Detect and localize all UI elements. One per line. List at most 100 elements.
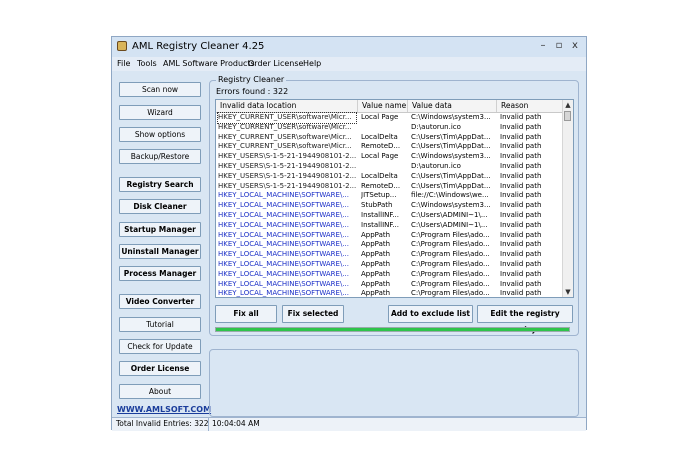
column-header-location[interactable]: Invalid data location — [216, 100, 358, 112]
cell-value-data: C:\Program Files\ado... — [411, 269, 490, 278]
table-row[interactable]: HKEY_LOCAL_MACHINE\SOFTWARE\... AppPath C:… — [216, 250, 564, 260]
cell-value-data: C:\Users\Tim\AppDat... — [411, 171, 491, 180]
table-row[interactable]: HKEY_USERS\S-1-5-21-1944908101-2... Local… — [216, 172, 564, 182]
menu-file[interactable]: File — [117, 59, 130, 68]
status-time: 10:04:04 AM — [212, 419, 260, 428]
cell-reason: Invalid path — [500, 122, 542, 131]
cell-value-name: InstallINF... — [361, 220, 399, 229]
backup-restore-button[interactable]: Backup/Restore — [119, 149, 201, 164]
window-title: AML Registry Cleaner 4.25 — [132, 41, 265, 52]
menu-help[interactable]: Help — [303, 59, 321, 68]
close-button[interactable]: x — [568, 39, 582, 53]
cell-location: HKEY_LOCAL_MACHINE\SOFTWARE\... — [218, 250, 350, 259]
table-row[interactable]: HKEY_LOCAL_MACHINE\SOFTWARE\... AppPath C:… — [216, 231, 564, 241]
table-row[interactable]: HKEY_CURRENT_USER\software\Micr... Remote… — [216, 142, 564, 152]
check-for-update-button[interactable]: Check for Update — [119, 339, 201, 354]
video-converter-button[interactable]: Video Converter — [119, 294, 201, 309]
cell-location: HKEY_LOCAL_MACHINE\SOFTWARE\... — [218, 240, 350, 249]
status-separator — [208, 418, 209, 431]
cell-value-name: AppPath — [361, 240, 391, 249]
scroll-thumb[interactable] — [564, 111, 571, 121]
cell-value-name: AppPath — [361, 269, 391, 278]
fix-selected-button[interactable]: Fix selected — [282, 305, 344, 323]
cell-value-name: AppPath — [361, 250, 391, 259]
table-row[interactable]: HKEY_LOCAL_MACHINE\SOFTWARE\... AppPath C:… — [216, 280, 564, 290]
group-title: Registry Cleaner — [216, 75, 287, 84]
edit-registry-entry-button[interactable]: Edit the registry entry — [477, 305, 573, 334]
cell-reason: Invalid path — [500, 113, 542, 121]
cell-value-name: AppPath — [361, 279, 391, 288]
column-header-value-name[interactable]: Value name — [358, 100, 408, 112]
vertical-scrollbar[interactable]: ▲ ▼ — [562, 100, 573, 297]
cell-location: HKEY_LOCAL_MACHINE\SOFTWARE\... — [218, 191, 350, 200]
table-row[interactable]: HKEY_USERS\S-1-5-21-1944908101-2... Local… — [216, 152, 564, 162]
title-bar[interactable]: AML Registry Cleaner 4.25 – ▫ x — [112, 37, 586, 57]
cell-location: HKEY_LOCAL_MACHINE\SOFTWARE\... — [218, 220, 350, 229]
table-row[interactable]: HKEY_CURRENT_USER\software\Micr... D:\aut… — [216, 123, 564, 133]
startup-manager-button[interactable]: Startup Manager — [119, 222, 201, 237]
cell-location: HKEY_CURRENT_USER\software\Micr... — [218, 142, 352, 151]
scan-now-button[interactable]: Scan now — [119, 82, 201, 97]
uninstall-manager-button[interactable]: Uninstall Manager — [119, 244, 201, 259]
registry-cleaner-app-icon — [117, 41, 127, 51]
website-link[interactable]: WWW.AMLSOFT.COM — [117, 405, 211, 414]
cell-reason: Invalid path — [500, 210, 542, 219]
table-row[interactable]: HKEY_CURRENT_USER\software\Micr... Local … — [216, 112, 564, 124]
table-row[interactable]: HKEY_LOCAL_MACHINE\SOFTWARE\... JITSetup.… — [216, 191, 564, 201]
cell-value-data: C:\Program Files\ado... — [411, 250, 490, 259]
table-row[interactable]: HKEY_LOCAL_MACHINE\SOFTWARE\... StubPath C… — [216, 201, 564, 211]
table-row[interactable]: HKEY_LOCAL_MACHINE\SOFTWARE\... AppPath C:… — [216, 260, 564, 270]
cell-value-name: Local Page — [361, 113, 399, 121]
cell-value-data: C:\Users\ADMINI~1\... — [411, 210, 488, 219]
cell-reason: Invalid path — [500, 250, 542, 259]
registry-search-button[interactable]: Registry Search — [119, 177, 201, 192]
app-window: AML Registry Cleaner 4.25 – ▫ x File Too… — [111, 36, 587, 431]
minimize-button[interactable]: – — [536, 39, 550, 53]
table-row[interactable]: HKEY_LOCAL_MACHINE\SOFTWARE\... AppPath C:… — [216, 289, 564, 298]
results-table[interactable]: Invalid data location Value name Value d… — [215, 99, 574, 298]
cell-value-data: C:\Windows\system3... — [411, 152, 491, 161]
column-header-reason[interactable]: Reason — [497, 100, 564, 112]
table-row[interactable]: HKEY_LOCAL_MACHINE\SOFTWARE\... InstallIN… — [216, 211, 564, 221]
fix-all-button[interactable]: Fix all — [215, 305, 277, 323]
table-row[interactable]: HKEY_LOCAL_MACHINE\SOFTWARE\... AppPath C:… — [216, 240, 564, 250]
cell-value-data: C:\Windows\system3... — [411, 113, 491, 121]
process-manager-button[interactable]: Process Manager — [119, 266, 201, 281]
progress-fill — [216, 328, 569, 331]
disk-cleaner-button[interactable]: Disk Cleaner — [119, 199, 201, 214]
errors-found-label: Errors found : 322 — [216, 87, 289, 96]
cell-value-data: C:\Program Files\ado... — [411, 289, 490, 298]
menu-tools[interactable]: Tools — [137, 59, 157, 68]
table-row[interactable]: HKEY_LOCAL_MACHINE\SOFTWARE\... AppPath C:… — [216, 270, 564, 280]
table-row[interactable]: HKEY_LOCAL_MACHINE\SOFTWARE\... InstallIN… — [216, 221, 564, 231]
cell-reason: Invalid path — [500, 240, 542, 249]
cell-value-data: C:\Program Files\ado... — [411, 230, 490, 239]
cell-location: HKEY_CURRENT_USER\software\Micr... — [218, 122, 352, 131]
order-license-button[interactable]: Order License — [119, 361, 201, 376]
cell-location: HKEY_LOCAL_MACHINE\SOFTWARE\... — [218, 230, 350, 239]
cell-value-data: C:\Users\Tim\AppDat... — [411, 181, 491, 190]
sidebar: Scan now Wizard Show options Backup/Rest… — [115, 74, 212, 417]
cell-value-data: C:\Users\Tim\AppDat... — [411, 132, 491, 141]
scroll-up-arrow-icon[interactable]: ▲ — [564, 101, 572, 109]
table-row[interactable]: HKEY_USERS\S-1-5-21-1944908101-2... D:\au… — [216, 162, 564, 172]
add-to-exclude-list-button[interactable]: Add to exclude list — [388, 305, 473, 323]
scan-progress-bar — [215, 327, 570, 332]
about-button[interactable]: About — [119, 384, 201, 399]
menu-aml-software-products[interactable]: AML Software Products — [163, 59, 255, 68]
scroll-down-arrow-icon[interactable]: ▼ — [564, 288, 572, 296]
cell-value-name: LocalDelta — [361, 171, 398, 180]
table-row[interactable]: HKEY_CURRENT_USER\software\Micr... LocalD… — [216, 133, 564, 143]
menu-order-license[interactable]: Order License — [248, 59, 303, 68]
cell-location: HKEY_LOCAL_MACHINE\SOFTWARE\... — [218, 289, 350, 298]
table-row[interactable]: HKEY_USERS\S-1-5-21-1944908101-2... Remot… — [216, 182, 564, 192]
maximize-button[interactable]: ▫ — [552, 39, 566, 53]
wizard-button[interactable]: Wizard — [119, 105, 201, 120]
tutorial-button[interactable]: Tutorial — [119, 317, 201, 332]
cell-reason: Invalid path — [500, 201, 542, 210]
show-options-button[interactable]: Show options — [119, 127, 201, 142]
column-header-value-data[interactable]: Value data — [408, 100, 497, 112]
cell-location: HKEY_USERS\S-1-5-21-1944908101-2... — [218, 171, 356, 180]
cell-value-name: AppPath — [361, 289, 391, 298]
cell-value-data: C:\Users\ADMINI~1\... — [411, 220, 488, 229]
